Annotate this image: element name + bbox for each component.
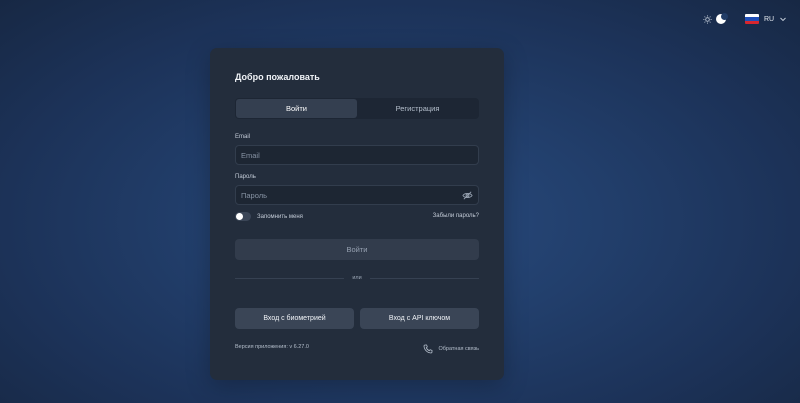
or-label: или xyxy=(352,275,362,281)
email-input[interactable] xyxy=(241,150,473,160)
biometric-login-button[interactable]: Вход с биометрией xyxy=(235,308,354,329)
login-card: Добро пожаловать Войти Регистрация Email… xyxy=(210,48,504,380)
or-divider: или xyxy=(235,274,480,282)
password-label: Пароль xyxy=(235,174,256,180)
forgot-password-link[interactable]: Забыли пароль? xyxy=(433,213,479,219)
email-label: Email xyxy=(235,134,251,140)
tab-login[interactable]: Войти xyxy=(236,99,357,118)
feedback-link[interactable]: Обратная связь xyxy=(423,344,479,354)
password-input[interactable] xyxy=(241,190,462,200)
tab-register[interactable]: Регистрация xyxy=(357,99,478,118)
remember-me: Запомнить меня xyxy=(235,212,303,221)
auth-tabs: Войти Регистрация xyxy=(235,98,479,119)
feedback-label: Обратная связь xyxy=(438,346,479,352)
remember-label: Запомнить меня xyxy=(257,213,303,220)
moon-icon xyxy=(716,13,728,24)
language-code: RU xyxy=(764,15,775,23)
chevron-down-icon xyxy=(780,17,786,22)
remember-toggle[interactable] xyxy=(235,212,251,221)
language-selector[interactable]: RU xyxy=(745,12,787,26)
phone-icon xyxy=(424,344,433,354)
russia-flag-icon xyxy=(745,14,759,24)
eye-off-icon[interactable] xyxy=(462,190,473,201)
theme-toggle[interactable] xyxy=(703,12,729,26)
password-field-wrapper xyxy=(235,185,479,205)
login-button[interactable]: Войти xyxy=(235,239,479,260)
app-version: Версия приложения: v 6.27.0 xyxy=(235,344,309,350)
sun-icon xyxy=(703,14,712,24)
page-title: Добро пожаловать xyxy=(235,72,320,82)
email-field-wrapper xyxy=(235,145,479,165)
api-key-login-button[interactable]: Вход с API ключом xyxy=(360,308,479,329)
